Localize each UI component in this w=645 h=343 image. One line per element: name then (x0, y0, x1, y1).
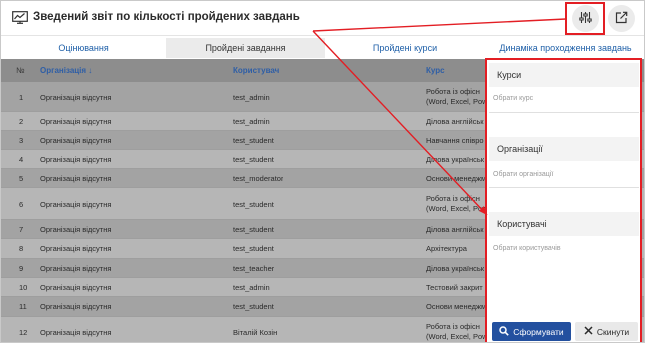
row-organization: Організація відсутня (40, 155, 112, 164)
row-number: 8 (19, 244, 24, 253)
column-course[interactable]: Курс (426, 66, 445, 75)
row-number: 11 (19, 302, 27, 311)
row-number: 1 (19, 93, 24, 102)
row-course: Робота із офісн (Word, Excel, Pow (426, 322, 488, 342)
row-course: Ділова англійськ (426, 225, 484, 234)
row-user: test_teacher (233, 264, 275, 273)
row-course: Ділова українськ (426, 264, 485, 273)
row-number: 6 (19, 200, 24, 209)
row-organization: Організація відсутня (40, 264, 112, 273)
row-course: Тестовий закрит (426, 283, 483, 292)
report-chart-icon (12, 11, 28, 24)
users-filter-title: Користувачі (489, 212, 639, 236)
row-course: Робота із офісн (Word, Excel, Pow (426, 87, 488, 107)
course-line: Робота із офісн (426, 322, 480, 331)
row-organization: Організація відсутня (40, 302, 112, 311)
row-organization: Організація відсутня (40, 117, 112, 126)
row-number: 12 (19, 328, 28, 337)
search-icon (499, 325, 510, 338)
close-icon (584, 326, 593, 337)
report-tabs: Оцінювання Пройдені завдання Пройдені ку… (1, 38, 644, 58)
generate-report-button[interactable]: Сформувати (492, 322, 571, 341)
row-organization: Організація відсутня (40, 200, 112, 209)
row-user: test_student (233, 155, 274, 164)
course-line: (Word, Excel, Pow (426, 204, 488, 213)
row-number: 5 (19, 174, 24, 183)
row-number: 4 (19, 155, 24, 164)
organizations-filter-title: Організації (489, 137, 639, 161)
course-line: (Word, Excel, Pow (426, 97, 488, 106)
tab-completed-tasks[interactable]: Пройдені завдання (166, 38, 325, 58)
row-course: Основи менеджм (426, 302, 487, 311)
row-user: test_student (233, 200, 274, 209)
row-number: 2 (19, 117, 24, 126)
divider (489, 112, 639, 113)
row-organization: Організація відсутня (40, 244, 112, 253)
row-user: test_admin (233, 117, 270, 126)
row-user: test_moderator (233, 174, 284, 183)
course-line: (Word, Excel, Pow (426, 332, 488, 341)
filter-panel: Курси Обрати курс Організації Обрати орг… (485, 58, 642, 342)
filter-button-highlight (565, 2, 605, 35)
row-course: Архітектура (426, 244, 467, 253)
row-number: 7 (19, 225, 24, 234)
report-window: Зведений звіт по кількості пройдених зав… (0, 0, 645, 343)
row-course: Ділова українськ (426, 155, 485, 164)
course-line: Робота із офісн (426, 194, 480, 203)
tab-task-dynamics[interactable]: Динаміка проходження завдань (485, 38, 644, 58)
tab-completed-courses[interactable]: Пройдені курси (325, 38, 485, 58)
row-course: Навчання співро (426, 136, 484, 145)
organizations-filter-input[interactable]: Обрати організації (489, 171, 639, 178)
external-link-icon (615, 11, 628, 26)
users-filter-input[interactable]: Обрати користувачів (489, 245, 639, 252)
row-user: test_admin (233, 283, 270, 292)
divider (489, 187, 639, 188)
column-number: № (16, 66, 25, 75)
row-organization: Організація відсутня (40, 174, 112, 183)
row-organization: Організація відсутня (40, 225, 112, 234)
export-button[interactable] (608, 5, 635, 32)
courses-filter-title: Курси (489, 63, 639, 87)
row-organization: Організація відсутня (40, 283, 112, 292)
reset-filters-label: Скинути (596, 326, 630, 337)
row-course: Основи менеджм (426, 174, 487, 183)
courses-filter-input[interactable]: Обрати курс (489, 95, 639, 102)
row-user: test_student (233, 136, 274, 145)
row-course: Ділова англійськ (426, 117, 484, 126)
row-user: test_admin (233, 93, 270, 102)
page-title: Зведений звіт по кількості пройдених зав… (33, 11, 300, 23)
row-user: test_student (233, 244, 274, 253)
column-organization[interactable]: Організація ↓ (40, 66, 92, 75)
row-organization: Організація відсутня (40, 136, 112, 145)
course-line: Робота із офісн (426, 87, 480, 96)
row-course: Робота із офісн (Word, Excel, Pow (426, 194, 488, 214)
column-user[interactable]: Користувач (233, 66, 279, 75)
row-organization: Організація відсутня (40, 93, 112, 102)
row-number: 10 (19, 283, 28, 292)
row-user: test_student (233, 302, 274, 311)
row-user: Віталій Козін (233, 328, 278, 337)
row-user: test_student (233, 225, 274, 234)
row-organization: Організація відсутня (40, 328, 112, 337)
tab-assessment[interactable]: Оцінювання (1, 38, 166, 58)
row-number: 3 (19, 136, 24, 145)
generate-report-label: Сформувати (513, 326, 564, 337)
row-number: 9 (19, 264, 24, 273)
reset-filters-button[interactable]: Скинути (575, 322, 638, 341)
report-header: Зведений звіт по кількості пройдених зав… (1, 1, 644, 36)
